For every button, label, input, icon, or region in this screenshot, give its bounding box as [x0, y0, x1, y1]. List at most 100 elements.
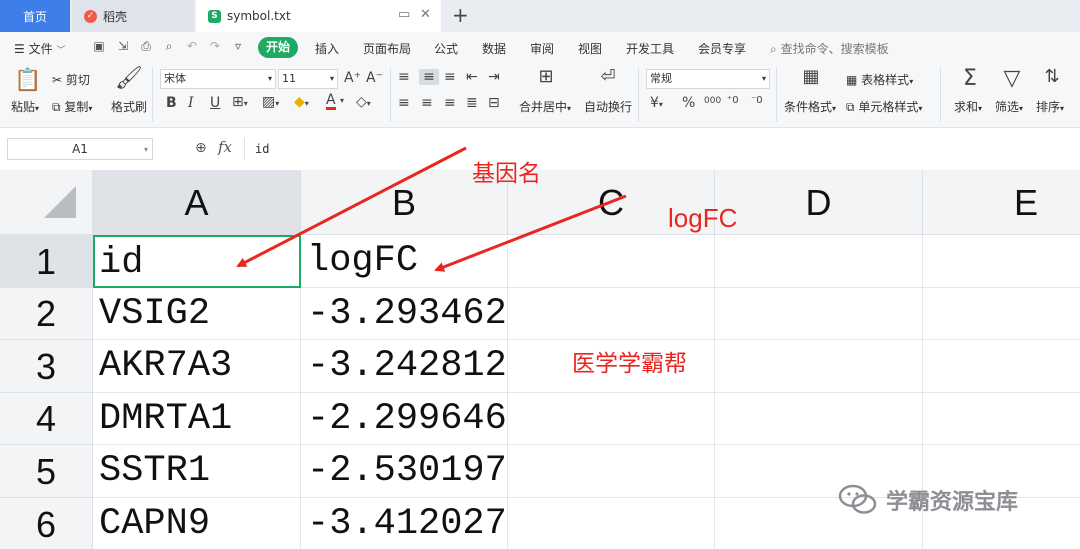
formula-input[interactable]: id: [244, 138, 1080, 160]
menu-file[interactable]: ☰ 文件 ﹀: [14, 40, 65, 57]
conditional-format-icon[interactable]: ▦: [798, 66, 824, 87]
fill-color-icon[interactable]: ◆▾: [294, 94, 309, 110]
align-middle-icon[interactable]: ≡: [419, 69, 439, 85]
cell-e1[interactable]: [923, 235, 1080, 288]
menu-formula[interactable]: 公式: [434, 40, 458, 57]
row-header-4[interactable]: 4: [0, 393, 93, 445]
align-right-icon[interactable]: ≡: [444, 95, 456, 111]
menu-developer[interactable]: 开发工具: [626, 40, 674, 57]
underline-button[interactable]: U: [210, 95, 220, 111]
bold-button[interactable]: B: [166, 95, 177, 111]
tab-daoke[interactable]: ✓ 稻壳: [72, 0, 194, 32]
menu-review[interactable]: 审阅: [530, 40, 554, 57]
cut-button[interactable]: ✂ 剪切: [52, 71, 90, 88]
format-painter-icon[interactable]: 🖌: [115, 66, 143, 91]
chevron-down-icon[interactable]: ▾: [340, 96, 344, 105]
row-header-1[interactable]: 1: [0, 235, 93, 288]
cell-a1[interactable]: id: [93, 235, 301, 288]
row-header-3[interactable]: 3: [0, 340, 93, 393]
cell-e3[interactable]: [923, 340, 1080, 393]
percent-button[interactable]: %: [682, 95, 695, 111]
menu-member[interactable]: 会员专享: [698, 40, 746, 57]
indent-increase-icon[interactable]: ⇥: [488, 69, 500, 85]
cell-a6[interactable]: CAPN9: [93, 498, 301, 549]
column-header-e[interactable]: E: [923, 170, 1080, 235]
quick-access-dropdown-icon[interactable]: ▿: [231, 39, 245, 53]
redo-icon[interactable]: ↷: [208, 39, 222, 53]
name-box[interactable]: A1: [7, 138, 153, 160]
format-painter-button[interactable]: 格式刷: [111, 98, 147, 115]
cell-a4[interactable]: DMRTA1: [93, 393, 301, 445]
chevron-down-icon[interactable]: ▾: [144, 145, 148, 154]
cell-b6[interactable]: -3.412027: [301, 498, 508, 549]
select-all-corner[interactable]: [0, 170, 93, 235]
cell-c4[interactable]: [508, 393, 715, 445]
menu-start[interactable]: 开始: [258, 37, 298, 58]
column-header-d[interactable]: D: [715, 170, 923, 235]
cell-a2[interactable]: VSIG2: [93, 288, 301, 340]
font-shrink-icon[interactable]: A⁻: [366, 70, 383, 86]
row-header-5[interactable]: 5: [0, 445, 93, 498]
cell-e2[interactable]: [923, 288, 1080, 340]
decimal-decrease-icon[interactable]: ⁻0: [751, 95, 763, 106]
align-bottom-icon[interactable]: ≡: [444, 69, 456, 85]
justify-icon[interactable]: ≣: [466, 95, 478, 111]
row-header-2[interactable]: 2: [0, 288, 93, 340]
cell-b1[interactable]: logFC: [301, 235, 508, 288]
paste-button[interactable]: 粘贴▾: [11, 98, 39, 115]
cell-b3[interactable]: -3.242812: [301, 340, 508, 393]
decimal-increase-icon[interactable]: ⁺0: [727, 95, 739, 106]
menu-view[interactable]: 视图: [578, 40, 602, 57]
number-format-select[interactable]: 常规 ▾: [646, 69, 770, 89]
align-top-icon[interactable]: ≡: [398, 69, 410, 85]
print-icon[interactable]: ⎙: [139, 39, 153, 53]
sort-button[interactable]: 排序▾: [1036, 98, 1064, 115]
tab-file[interactable]: S symbol.txt ▭ ✕: [196, 0, 441, 32]
merge-center-icon[interactable]: ⊞: [534, 66, 558, 87]
align-left-icon[interactable]: ≡: [398, 95, 410, 111]
font-color-icon[interactable]: A: [326, 93, 336, 110]
cell-c1[interactable]: [508, 235, 715, 288]
cell-e4[interactable]: [923, 393, 1080, 445]
fx-icon[interactable]: fx: [218, 138, 232, 156]
cell-a3[interactable]: AKR7A3: [93, 340, 301, 393]
cell-b4[interactable]: -2.299646: [301, 393, 508, 445]
cell-c2[interactable]: [508, 288, 715, 340]
indent-decrease-icon[interactable]: ⇤: [466, 69, 478, 85]
zoom-search-icon[interactable]: ⊕: [195, 140, 207, 156]
cell-c6[interactable]: [508, 498, 715, 549]
cell-style-icon[interactable]: ▨▾: [262, 94, 279, 110]
sum-button[interactable]: 求和▾: [954, 98, 982, 115]
menu-data[interactable]: 数据: [482, 40, 506, 57]
copy-button[interactable]: ⧉ 复制▾: [52, 98, 92, 115]
row-header-6[interactable]: 6: [0, 498, 93, 549]
cell-d4[interactable]: [715, 393, 923, 445]
cell-d2[interactable]: [715, 288, 923, 340]
cell-c5[interactable]: [508, 445, 715, 498]
border-icon[interactable]: ⊞▾: [232, 94, 248, 110]
print-preview-icon[interactable]: ⌕: [162, 39, 176, 53]
sum-icon[interactable]: Σ: [958, 66, 982, 91]
currency-button[interactable]: ¥▾: [650, 95, 663, 111]
merge-center-button[interactable]: 合并居中▾: [519, 98, 571, 115]
sort-icon[interactable]: ⇅: [1040, 66, 1064, 87]
new-tab-icon[interactable]: +: [452, 3, 469, 27]
wrap-text-icon[interactable]: ⏎: [596, 66, 620, 87]
table-style-button[interactable]: ▦ 表格样式▾: [846, 71, 913, 88]
font-name-select[interactable]: 宋体 ▾: [160, 69, 276, 89]
filter-button[interactable]: 筛选▾: [995, 98, 1023, 115]
filter-icon[interactable]: ▽: [1000, 66, 1024, 91]
menu-insert[interactable]: 插入: [315, 40, 339, 57]
wrap-text-button[interactable]: 自动换行: [584, 98, 632, 115]
command-search[interactable]: ⌕ 查找命令、搜索模板: [770, 40, 889, 57]
align-center-icon[interactable]: ≡: [421, 95, 433, 111]
cell-d3[interactable]: [715, 340, 923, 393]
distributed-icon[interactable]: ⊟: [488, 95, 500, 111]
conditional-format-button[interactable]: 条件格式▾: [784, 98, 836, 115]
window-icon[interactable]: ▭: [398, 7, 410, 22]
menu-page-layout[interactable]: 页面布局: [363, 40, 411, 57]
undo-icon[interactable]: ↶: [185, 39, 199, 53]
font-grow-icon[interactable]: A⁺: [344, 70, 361, 86]
cell-style-button[interactable]: ⧉ 单元格样式▾: [846, 98, 922, 115]
cell-a5[interactable]: SSTR1: [93, 445, 301, 498]
